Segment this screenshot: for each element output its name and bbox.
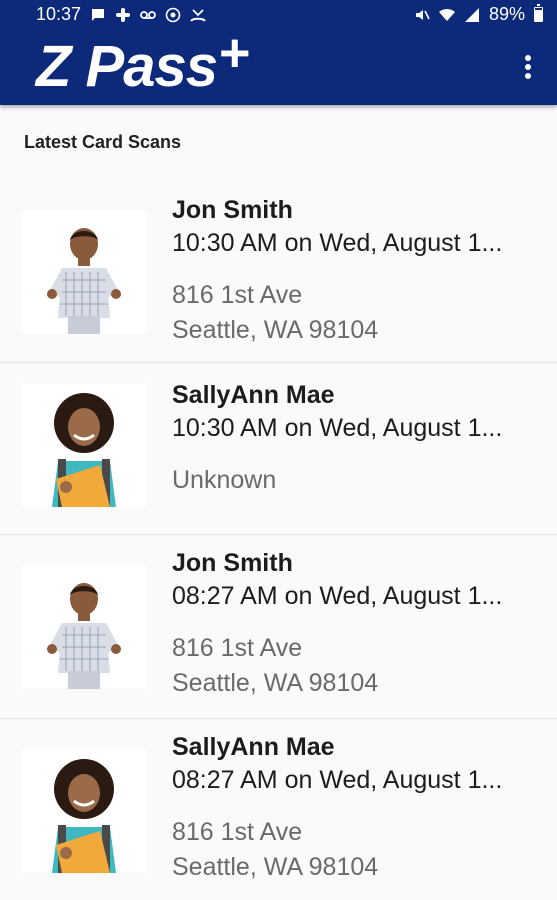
logo-text: Z Pass xyxy=(36,34,218,99)
scan-list-item[interactable]: SallyAnn Mae 08:27 AM on Wed, August 1..… xyxy=(0,719,557,899)
student-photo-boy xyxy=(22,565,146,689)
address-line-1: Unknown xyxy=(172,466,277,494)
app-bar: Z Pass + xyxy=(0,26,557,105)
student-photo-girl xyxy=(22,749,146,873)
scan-address: Unknown xyxy=(172,463,545,498)
status-left: 10:37 xyxy=(36,4,206,25)
section-title: Latest Card Scans xyxy=(24,132,182,152)
student-name: SallyAnn Mae xyxy=(172,733,335,761)
student-photo-girl xyxy=(22,383,146,507)
radio-icon xyxy=(165,7,181,23)
student-photo-boy xyxy=(22,210,146,334)
address-line-2: Seattle, WA 98104 xyxy=(172,316,379,344)
clock: 10:37 xyxy=(36,4,82,24)
address-line-2: Seattle, WA 98104 xyxy=(172,853,379,881)
status-bar: 10:37 89% xyxy=(0,0,557,29)
battery-percent: 89% xyxy=(488,4,525,24)
scan-info: Jon Smith 10:30 AM on Wed, August 1... 8… xyxy=(172,194,545,348)
scan-info: SallyAnn Mae 08:27 AM on Wed, August 1..… xyxy=(172,731,545,885)
status-right: 89% xyxy=(414,4,543,25)
scan-list-item[interactable]: SallyAnn Mae 10:30 AM on Wed, August 1..… xyxy=(0,363,557,535)
scan-time: 08:27 AM on Wed, August 1... xyxy=(172,766,503,794)
more-vertical-icon xyxy=(525,55,531,79)
scan-info: Jon Smith 08:27 AM on Wed, August 1... 8… xyxy=(172,547,545,701)
signal-icon xyxy=(464,7,480,23)
scan-list: Jon Smith 10:30 AM on Wed, August 1... 8… xyxy=(0,180,557,899)
address-line-2: Seattle, WA 98104 xyxy=(172,669,379,697)
scan-list-item[interactable]: Jon Smith 10:30 AM on Wed, August 1... 8… xyxy=(0,180,557,363)
address-line-1: 816 1st Ave xyxy=(172,281,303,309)
slack-icon xyxy=(115,7,131,23)
voicemail-icon xyxy=(140,7,156,23)
scan-time: 10:30 AM on Wed, August 1... xyxy=(172,414,503,442)
student-name: SallyAnn Mae xyxy=(172,381,335,409)
scan-time: 10:30 AM on Wed, August 1... xyxy=(172,229,503,257)
battery-icon xyxy=(534,4,543,22)
scan-address: 816 1st Ave Seattle, WA 98104 xyxy=(172,278,545,348)
student-name: Jon Smith xyxy=(172,196,293,224)
scan-address: 816 1st Ave Seattle, WA 98104 xyxy=(172,631,545,701)
scan-info: SallyAnn Mae 10:30 AM on Wed, August 1..… xyxy=(172,379,545,498)
scan-time: 08:27 AM on Wed, August 1... xyxy=(172,582,503,610)
address-line-1: 816 1st Ave xyxy=(172,634,303,662)
missed-call-icon xyxy=(190,7,206,23)
scan-address: 816 1st Ave Seattle, WA 98104 xyxy=(172,815,545,885)
wifi-icon xyxy=(438,7,455,23)
overflow-menu-button[interactable] xyxy=(513,47,543,87)
mute-icon xyxy=(414,7,430,23)
address-line-1: 816 1st Ave xyxy=(172,818,303,846)
app-logo: Z Pass + xyxy=(36,26,251,99)
chat-icon xyxy=(90,7,106,23)
scan-list-item[interactable]: Jon Smith 08:27 AM on Wed, August 1... 8… xyxy=(0,535,557,719)
logo-plus: + xyxy=(219,23,251,83)
student-name: Jon Smith xyxy=(172,549,293,577)
